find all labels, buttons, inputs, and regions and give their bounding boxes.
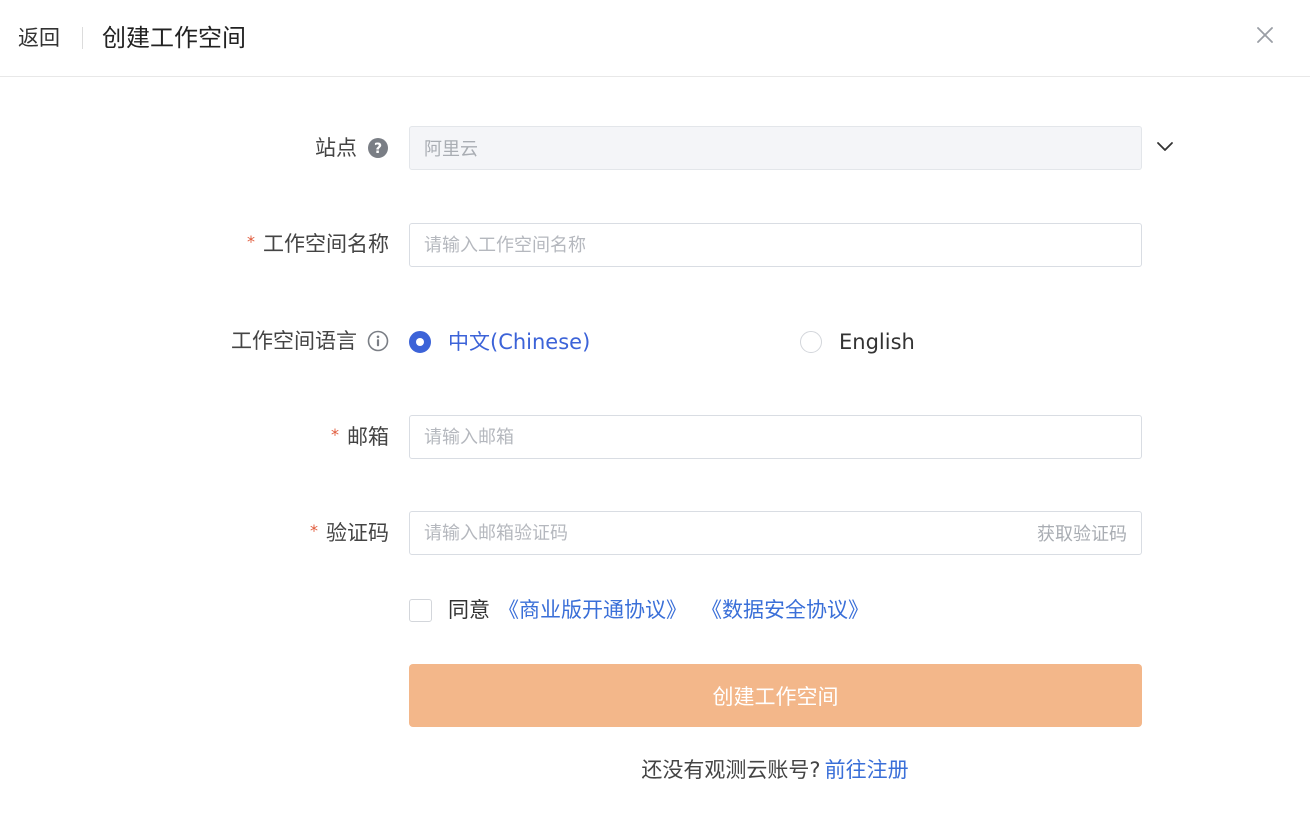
language-label-row: 工作空间语言	[231, 328, 389, 354]
footer-text: 还没有观测云账号?	[641, 758, 821, 782]
email-label: 邮箱	[347, 425, 389, 449]
radio-circle	[409, 331, 431, 353]
agreement-row: 同意 《商业版开通协议》 《数据安全协议》	[409, 597, 869, 623]
radio-english[interactable]: English	[800, 329, 915, 355]
required-mark: *	[310, 521, 318, 540]
get-code-button[interactable]: 获取验证码	[1037, 520, 1127, 546]
radio-chinese[interactable]: 中文(Chinese)	[409, 329, 590, 355]
dialog-header: 返回 创建工作空间	[0, 0, 1310, 77]
commercial-agreement-link[interactable]: 《商业版开通协议》	[498, 597, 687, 623]
radio-english-label: English	[839, 330, 915, 354]
footer: 还没有观测云账号? 前往注册	[0, 757, 1310, 783]
code-label-row: * 验证码	[310, 520, 389, 546]
site-label: 站点	[315, 136, 357, 160]
header-divider	[82, 27, 83, 49]
close-icon[interactable]	[1254, 24, 1276, 46]
radio-circle	[800, 331, 822, 353]
register-link[interactable]: 前往注册	[825, 757, 909, 783]
language-label: 工作空间语言	[231, 329, 357, 353]
site-label-row: 站点 ?	[315, 135, 389, 161]
email-label-row: * 邮箱	[331, 424, 389, 450]
site-select[interactable]: 阿里云	[409, 126, 1142, 170]
chevron-down-icon[interactable]	[1155, 139, 1175, 155]
page-title: 创建工作空间	[102, 24, 246, 52]
radio-chinese-label: 中文(Chinese)	[448, 330, 591, 354]
code-input[interactable]	[424, 522, 1027, 544]
workspace-name-field[interactable]	[409, 223, 1142, 267]
svg-text:?: ?	[374, 141, 382, 157]
data-security-agreement-link[interactable]: 《数据安全协议》	[701, 597, 869, 623]
email-input[interactable]	[424, 426, 1127, 448]
required-mark: *	[331, 425, 339, 444]
info-icon[interactable]	[367, 330, 389, 352]
agreement-checkbox[interactable]	[409, 598, 432, 622]
workspace-name-label-row: * 工作空间名称	[247, 231, 389, 257]
workspace-name-label: 工作空间名称	[263, 232, 389, 256]
help-icon[interactable]: ?	[367, 137, 389, 159]
code-field[interactable]: 获取验证码	[409, 511, 1142, 555]
email-field[interactable]	[409, 415, 1142, 459]
required-mark: *	[247, 232, 255, 251]
site-value: 阿里云	[424, 139, 478, 160]
create-workspace-button[interactable]: 创建工作空间	[409, 664, 1142, 727]
workspace-name-input[interactable]	[424, 234, 1127, 256]
code-label: 验证码	[326, 521, 389, 545]
back-link[interactable]: 返回	[18, 25, 60, 51]
agreement-prefix: 同意	[448, 598, 490, 622]
